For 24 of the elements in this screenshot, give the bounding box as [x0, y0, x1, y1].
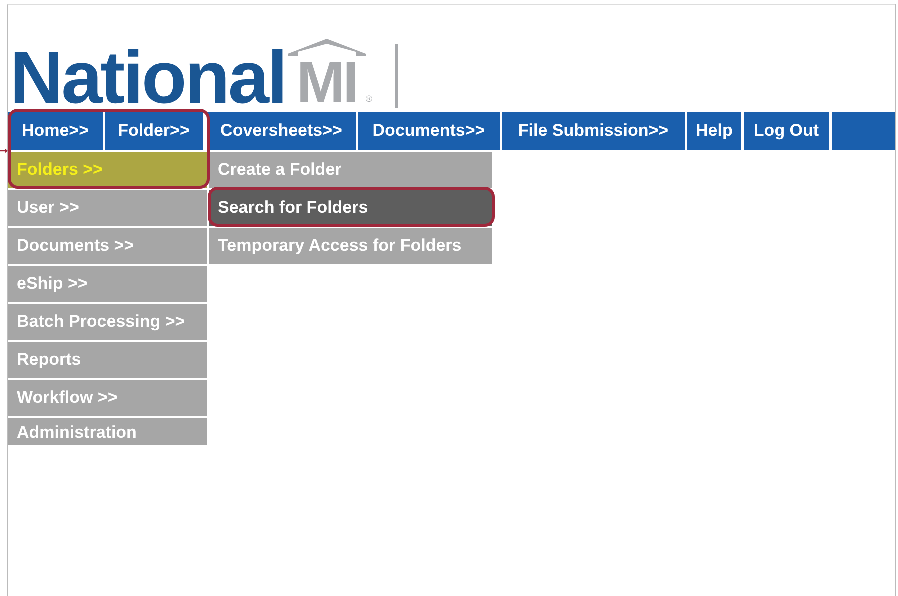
- menu-item[interactable]: Reports: [8, 342, 207, 378]
- registered-mark: ®: [366, 94, 373, 104]
- nav-bar-end: [832, 112, 895, 150]
- nav-tab[interactable]: Help: [687, 112, 741, 150]
- nav-tab[interactable]: Coversheets>>: [207, 112, 356, 150]
- menu-item[interactable]: User >>: [8, 190, 207, 226]
- nav-tab[interactable]: Folder>>: [105, 112, 203, 150]
- logo-wordmark: National: [10, 45, 286, 112]
- menu-item[interactable]: eShip >>: [8, 266, 207, 302]
- submenu-item[interactable]: Create a Folder: [209, 152, 492, 188]
- submenu-item[interactable]: Temporary Access for Folders: [209, 228, 492, 264]
- nav-tab[interactable]: Log Out: [744, 112, 829, 150]
- pointer-arrow-icon: [0, 148, 8, 154]
- menu-item[interactable]: Administration: [8, 418, 207, 445]
- menu-item[interactable]: Batch Processing >>: [8, 304, 207, 340]
- roof-icon: [288, 38, 366, 56]
- nav-tab[interactable]: Documents>>: [358, 112, 500, 150]
- logo-mark: MI: [296, 54, 358, 112]
- nav-tab[interactable]: File Submission>>: [502, 112, 685, 150]
- submenu-item[interactable]: Search for Folders: [209, 190, 492, 226]
- nav-tab[interactable]: Home>>: [8, 112, 103, 150]
- menu-item[interactable]: Workflow >>: [8, 380, 207, 416]
- menu-item[interactable]: Documents >>: [8, 228, 207, 264]
- menu-item[interactable]: Folders >>: [8, 152, 207, 188]
